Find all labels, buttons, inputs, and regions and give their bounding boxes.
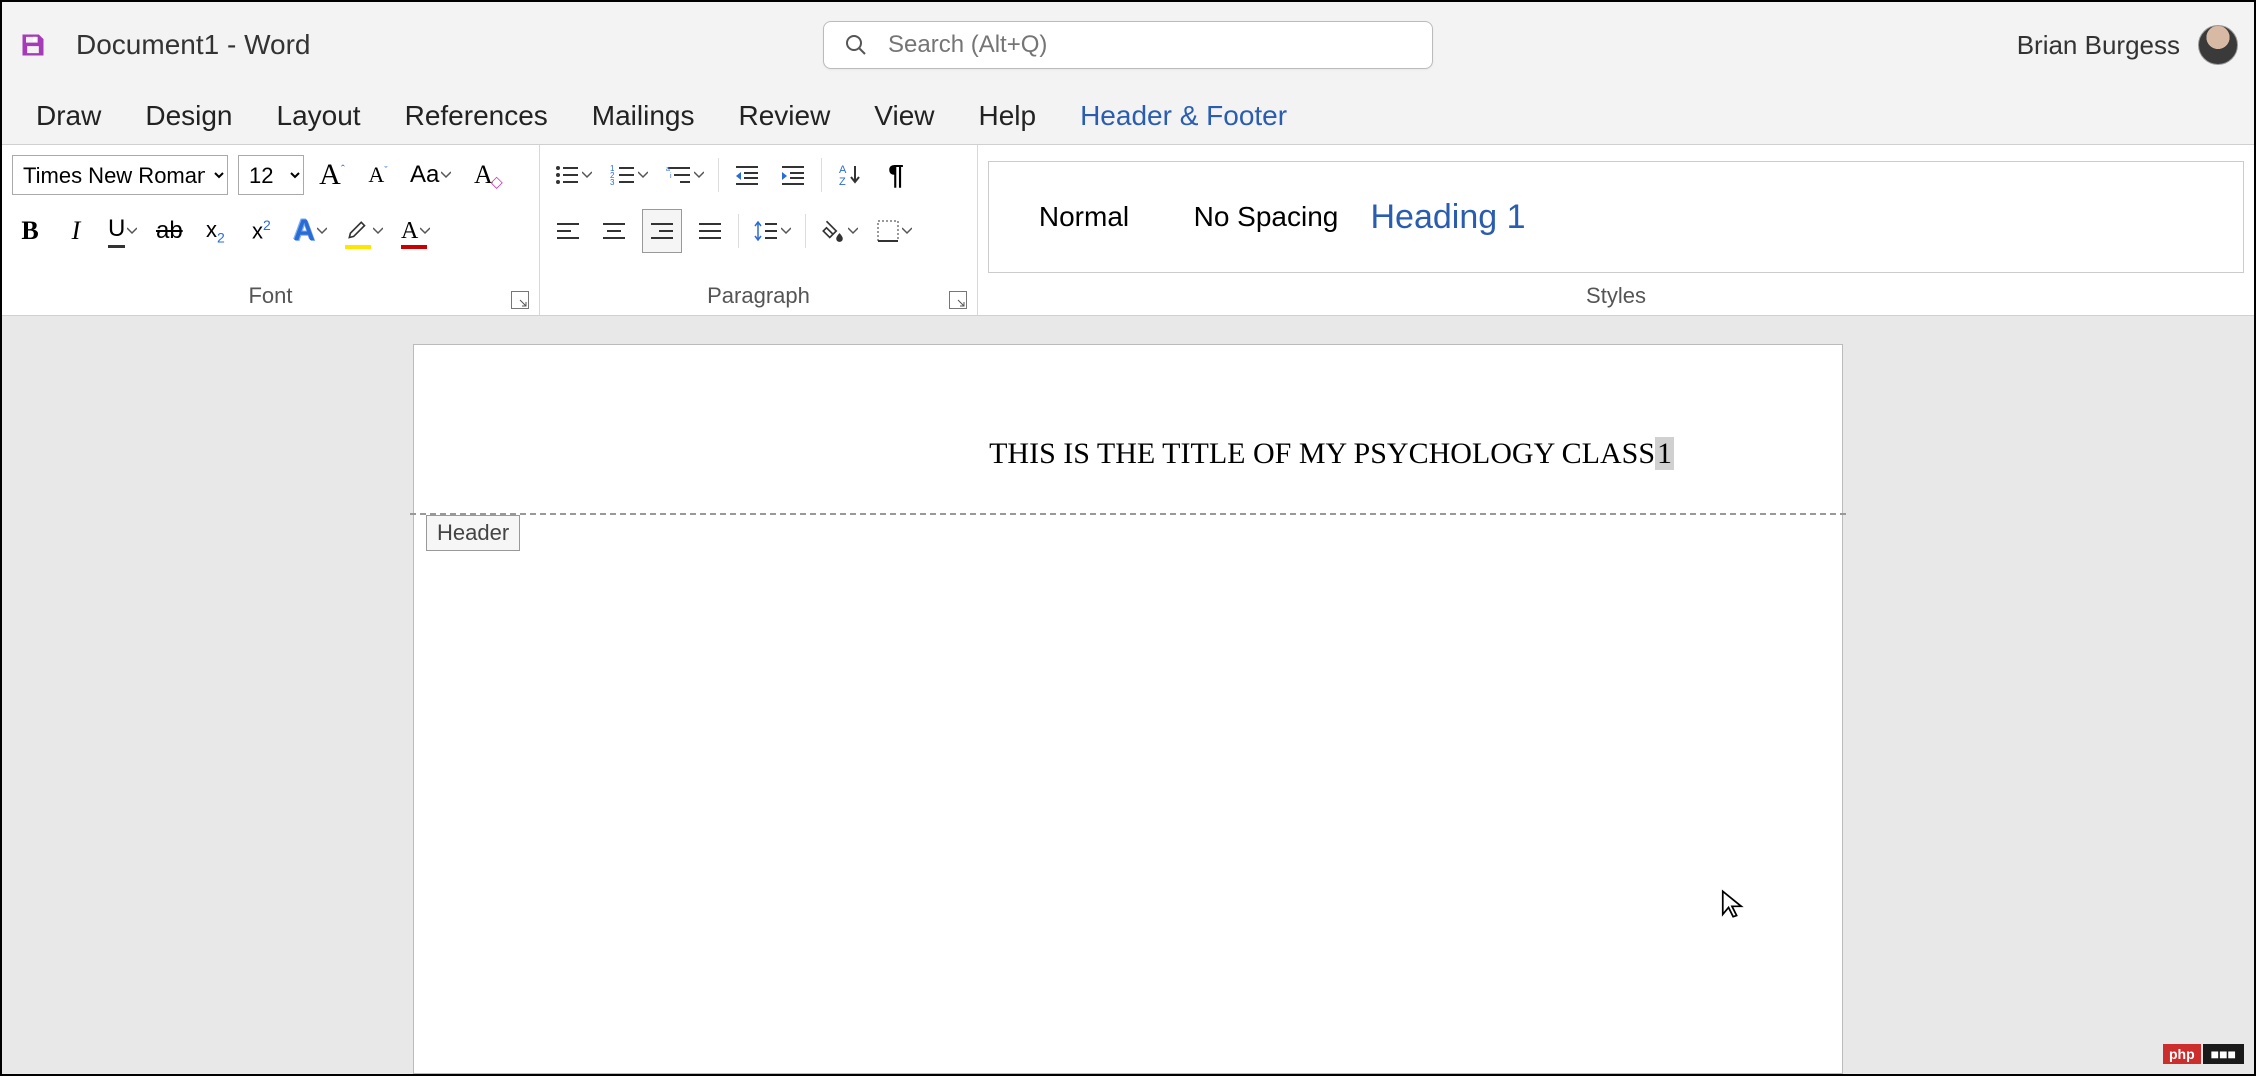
bold-button[interactable]: B <box>12 209 48 253</box>
search-icon <box>844 33 868 57</box>
ribbon-group-paragraph: 123 ai AZ ¶ Paragraph <box>540 145 978 315</box>
font-color-button[interactable]: A <box>397 209 434 253</box>
clear-formatting-button[interactable]: A◇ <box>465 153 501 197</box>
font-name-select[interactable]: Times New Roman <box>12 155 228 195</box>
tab-help[interactable]: Help <box>978 100 1036 132</box>
ribbon-tabs: Draw Design Layout References Mailings R… <box>2 88 2254 144</box>
watermark-right: ■■■ <box>2203 1044 2244 1064</box>
svg-text:Z: Z <box>839 176 846 188</box>
bullets-button[interactable] <box>550 153 596 197</box>
ribbon: Times New Roman 12 Aˆ Aˇ Aa A◇ B I U ab … <box>2 144 2254 316</box>
tab-review[interactable]: Review <box>738 100 830 132</box>
align-center-button[interactable] <box>596 209 632 253</box>
italic-button[interactable]: I <box>58 209 94 253</box>
watermark-left: php <box>2163 1044 2201 1064</box>
tab-header-footer[interactable]: Header & Footer <box>1080 100 1287 132</box>
header-badge: Header <box>426 515 520 551</box>
style-normal[interactable]: Normal <box>995 167 1173 267</box>
group-label-paragraph: Paragraph <box>707 283 810 309</box>
tab-references[interactable]: References <box>405 100 548 132</box>
font-size-select[interactable]: 12 <box>238 155 304 195</box>
document-title: Document1 - Word <box>76 29 310 61</box>
page-number-field[interactable]: 1 <box>1655 437 1674 470</box>
group-label-styles: Styles <box>1586 283 1646 309</box>
header-divider <box>410 513 1846 515</box>
sort-button[interactable]: AZ <box>832 153 868 197</box>
tab-layout[interactable]: Layout <box>277 100 361 132</box>
numbering-button[interactable]: 123 <box>606 153 652 197</box>
align-left-button[interactable] <box>550 209 586 253</box>
line-spacing-button[interactable] <box>749 209 795 253</box>
strikethrough-button[interactable]: ab <box>151 209 187 253</box>
user-name: Brian Burgess <box>2017 30 2180 61</box>
avatar[interactable] <box>2198 25 2238 65</box>
search-input[interactable] <box>888 31 1412 59</box>
page[interactable]: THIS IS THE TITLE OF MY PSYCHOLOGY CLASS… <box>413 344 1843 1074</box>
user-area[interactable]: Brian Burgess <box>2017 25 2238 65</box>
grow-font-button[interactable]: Aˆ <box>314 153 350 197</box>
title-bar: Document1 - Word Brian Burgess <box>2 2 2254 88</box>
cursor-icon <box>1720 889 1744 919</box>
paragraph-dialog-launcher[interactable] <box>949 291 967 309</box>
ribbon-group-font: Times New Roman 12 Aˆ Aˇ Aa A◇ B I U ab … <box>2 145 540 315</box>
highlight-color-button[interactable] <box>341 209 387 253</box>
change-case-button[interactable]: Aa <box>406 153 455 197</box>
ribbon-group-styles: Normal No Spacing Heading 1 Styles <box>978 145 2254 315</box>
svg-text:i: i <box>670 173 672 180</box>
underline-button[interactable]: U <box>104 209 141 253</box>
superscript-button[interactable]: x2 <box>243 209 279 253</box>
svg-text:a: a <box>666 166 670 173</box>
show-hide-button[interactable]: ¶ <box>878 153 914 197</box>
header-text[interactable]: THIS IS THE TITLE OF MY PSYCHOLOGY CLASS… <box>989 437 1674 471</box>
search-box[interactable] <box>823 21 1433 69</box>
shading-button[interactable] <box>816 209 862 253</box>
increase-indent-button[interactable] <box>775 153 811 197</box>
decrease-indent-button[interactable] <box>729 153 765 197</box>
style-heading-1[interactable]: Heading 1 <box>1359 167 1537 267</box>
style-no-spacing[interactable]: No Spacing <box>1177 167 1355 267</box>
font-dialog-launcher[interactable] <box>511 291 529 309</box>
tab-draw[interactable]: Draw <box>36 100 101 132</box>
svg-text:3: 3 <box>610 178 615 186</box>
tab-view[interactable]: View <box>874 100 934 132</box>
svg-text:A: A <box>839 164 847 176</box>
save-icon[interactable] <box>18 30 48 60</box>
tab-mailings[interactable]: Mailings <box>592 100 695 132</box>
watermark: php ■■■ <box>2163 1044 2244 1064</box>
header-title-text: THIS IS THE TITLE OF MY PSYCHOLOGY CLASS <box>989 437 1655 470</box>
borders-button[interactable] <box>872 209 916 253</box>
document-canvas: THIS IS THE TITLE OF MY PSYCHOLOGY CLASS… <box>2 316 2254 1074</box>
group-label-font: Font <box>248 283 292 309</box>
align-right-button[interactable] <box>642 209 682 253</box>
subscript-button[interactable]: x2 <box>197 209 233 253</box>
text-effects-button[interactable]: A <box>289 209 331 253</box>
tab-design[interactable]: Design <box>145 100 232 132</box>
styles-gallery[interactable]: Normal No Spacing Heading 1 <box>988 161 2244 273</box>
justify-button[interactable] <box>692 209 728 253</box>
multilevel-list-button[interactable]: ai <box>662 153 708 197</box>
shrink-font-button[interactable]: Aˇ <box>360 153 396 197</box>
